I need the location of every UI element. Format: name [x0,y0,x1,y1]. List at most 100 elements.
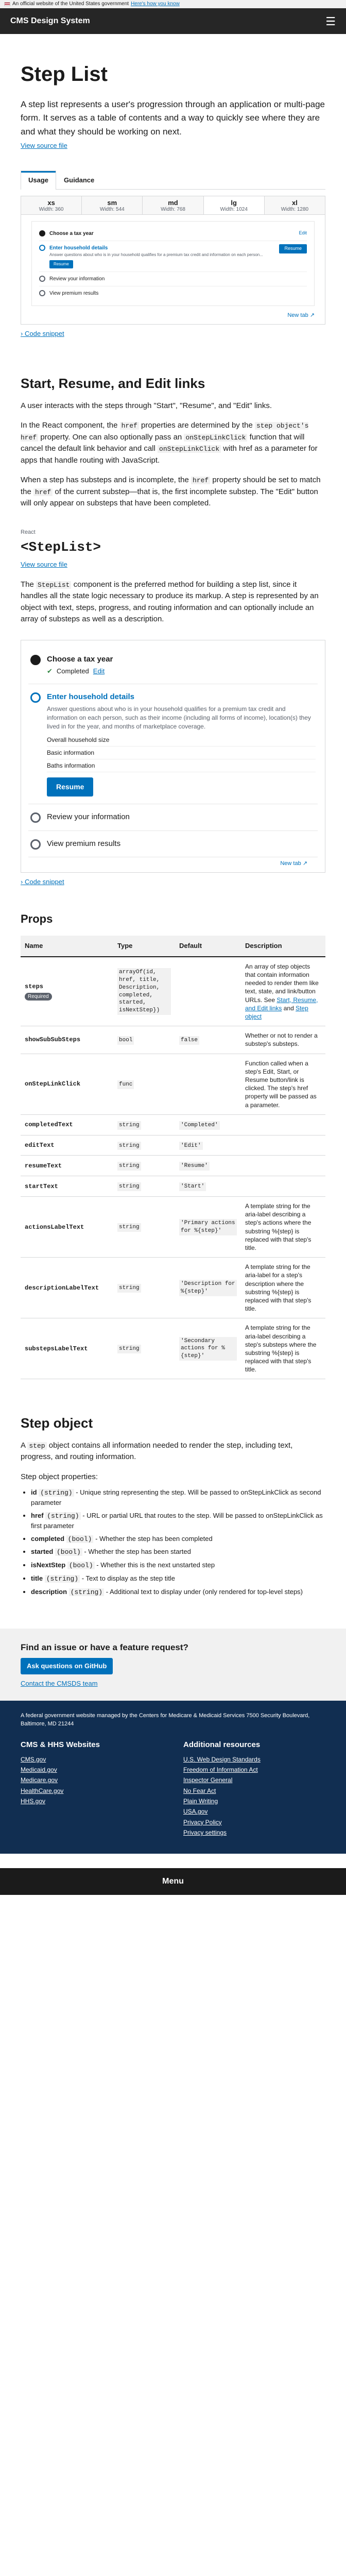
page-title: Step List [21,63,108,86]
table-row: actionsLabelText string 'Primary actions… [21,1196,325,1258]
table-row: completedText string 'Completed' [21,1114,325,1136]
step-object-heading: Step object [21,1415,93,1431]
table-row: steps Required arrayOf(id, href, title, D… [21,956,325,1027]
site-brand[interactable]: CMS Design System [10,15,90,27]
code-snippet-toggle[interactable]: › Code snippet [21,329,64,339]
view-source-link[interactable]: View source file [21,560,67,570]
new-tab-link[interactable]: New tab ↗ [21,309,325,324]
hamburger-icon[interactable]: ☰ [325,13,336,30]
section-paragraph: When a step has substeps and is incomple… [21,476,321,508]
step-current-icon [39,245,45,251]
breakpoint-xl[interactable]: xl Width: 1280 [265,196,325,214]
step-object-props-label: Step object properties: [21,1472,98,1481]
chevron-right-icon: › [21,329,23,337]
footer-link[interactable]: CMS.gov [21,1754,163,1765]
gov-banner: An official website of the United States… [0,0,346,8]
table-row: startText string 'Start' [21,1176,325,1197]
site-footer: A federal government website managed by … [0,1701,346,1854]
step-complete-icon [39,230,45,237]
footer-link[interactable]: Plain Writing [183,1796,325,1806]
list-item: href (string) - URL or partial URL that … [31,1511,325,1531]
mini-step-list: Choose a tax year Edit Enter household d… [31,221,315,307]
table-row: resumeText string 'Resume' [21,1155,325,1177]
react-label: React [21,529,36,535]
prop-type: string [117,1182,141,1192]
footer-link[interactable]: Privacy settings [183,1827,325,1838]
step-current-icon [30,692,41,703]
prop-name: startText [21,1176,113,1197]
footer-link[interactable]: HealthCare.gov [21,1786,163,1796]
list-item: started (bool) - Whether the step has be… [31,1547,325,1557]
step-item: View premium results [28,831,318,858]
footer-link[interactable]: Freedom of Information Act [183,1765,325,1775]
breakpoint-bar: xs Width: 360 sm Width: 544 md Width: 768 l… [21,196,325,215]
prop-description [241,1176,325,1197]
step-item: Enter household details Answer questions… [28,684,318,805]
view-source-link[interactable]: View source file [21,141,67,151]
table-row: editText string 'Edit' [21,1135,325,1156]
footer-link[interactable]: USA.gov [183,1806,325,1817]
page-intro: A step list represents a user's progress… [21,99,325,137]
table-row: descriptionLabelText string 'Description… [21,1257,325,1319]
prop-type: arrayOf(id, href, title, Description, co… [117,968,171,1015]
mini-resume-action[interactable]: Resume [279,244,307,253]
list-item: completed (bool) - Whether the step has … [31,1534,325,1545]
footer-link[interactable]: U.S. Web Design Standards [183,1754,325,1765]
resume-button[interactable]: Resume [47,777,94,797]
mini-step: Choose a tax year Edit [39,227,307,242]
footer-link[interactable]: No Fear Act [183,1786,325,1796]
footer-fine-print: A federal government website managed by … [21,1713,310,1727]
prop-description [241,1114,325,1136]
step-object-intro: A step object contains all information n… [21,1440,293,1462]
prop-default: false [179,1036,200,1045]
breakpoint-md[interactable]: md Width: 768 [143,196,204,215]
prop-name: substepsLabelText [21,1318,113,1380]
tab-usage[interactable]: Usage [21,170,57,190]
code-snippet-toggle[interactable]: › Code snippet [21,877,64,887]
prop-default: 'Completed' [179,1121,220,1130]
step-list-example: Choose a tax year ✔ Completed Edit Enter… [21,639,325,873]
step-todo-icon [39,276,45,282]
mini-edit-link[interactable]: Edit [299,230,307,237]
prop-description: A template string for the aria-label des… [241,1196,325,1258]
footer-link[interactable]: HHS.gov [21,1796,163,1806]
gov-banner-link[interactable]: Here's how you know [131,0,180,8]
prop-description [241,1135,325,1156]
step-todo-icon [30,812,41,823]
footer-link[interactable]: Medicare.gov [21,1775,163,1785]
prop-default: 'Description for %{step}' [179,1279,237,1296]
prop-description: Function called when a step's Edit, Star… [241,1054,325,1115]
substep-item: Overall household size [47,734,316,747]
props-table: Name Type Default Description steps Requi… [21,936,325,1380]
responsive-example: xs Width: 360 sm Width: 544 md Width: 768 l… [21,196,325,325]
footer-link[interactable]: Medicaid.gov [21,1765,163,1775]
prop-type: string [117,1141,141,1150]
prop-name: editText [21,1135,113,1156]
component-description: The StepList component is the preferred … [21,580,319,624]
site-header: CMS Design System ☰ [0,8,346,34]
step-item: Review your information [28,804,318,831]
github-button[interactable]: Ask questions on GitHub [21,1658,113,1674]
list-item: title (string) - Text to display as the … [31,1574,325,1584]
tab-guidance[interactable]: Guidance [56,171,102,190]
mobile-menu-button[interactable]: Menu [0,1868,346,1895]
prop-name: actionsLabelText [21,1196,113,1258]
new-tab-link[interactable]: New tab ↗ [28,857,318,872]
footer-link[interactable]: Privacy Policy [183,1817,325,1827]
breakpoint-sm[interactable]: sm Width: 544 [82,196,143,215]
gov-banner-text: An official website of the United States… [12,1,129,7]
table-row: showSubSubSteps bool false Whether or no… [21,1026,325,1054]
breakpoint-lg[interactable]: lg Width: 1024 [203,196,265,215]
prop-name: descriptionLabelText [21,1257,113,1319]
prop-description: A template string for the aria-label des… [241,1318,325,1380]
chevron-right-icon: › [21,877,23,886]
breakpoint-xs[interactable]: xs Width: 360 [21,196,82,215]
prop-name: resumeText [21,1155,113,1177]
footer-link[interactable]: Inspector General [183,1775,325,1785]
prop-type: string [117,1223,141,1232]
contact-link[interactable]: Contact the CMSDS team [21,1679,325,1689]
mini-resume-button[interactable]: Resume [49,260,73,269]
section-paragraph: In the React component, the href propert… [21,421,318,465]
prop-name: onStepLinkClick [21,1054,113,1115]
step-edit-link[interactable]: Edit [93,666,105,676]
